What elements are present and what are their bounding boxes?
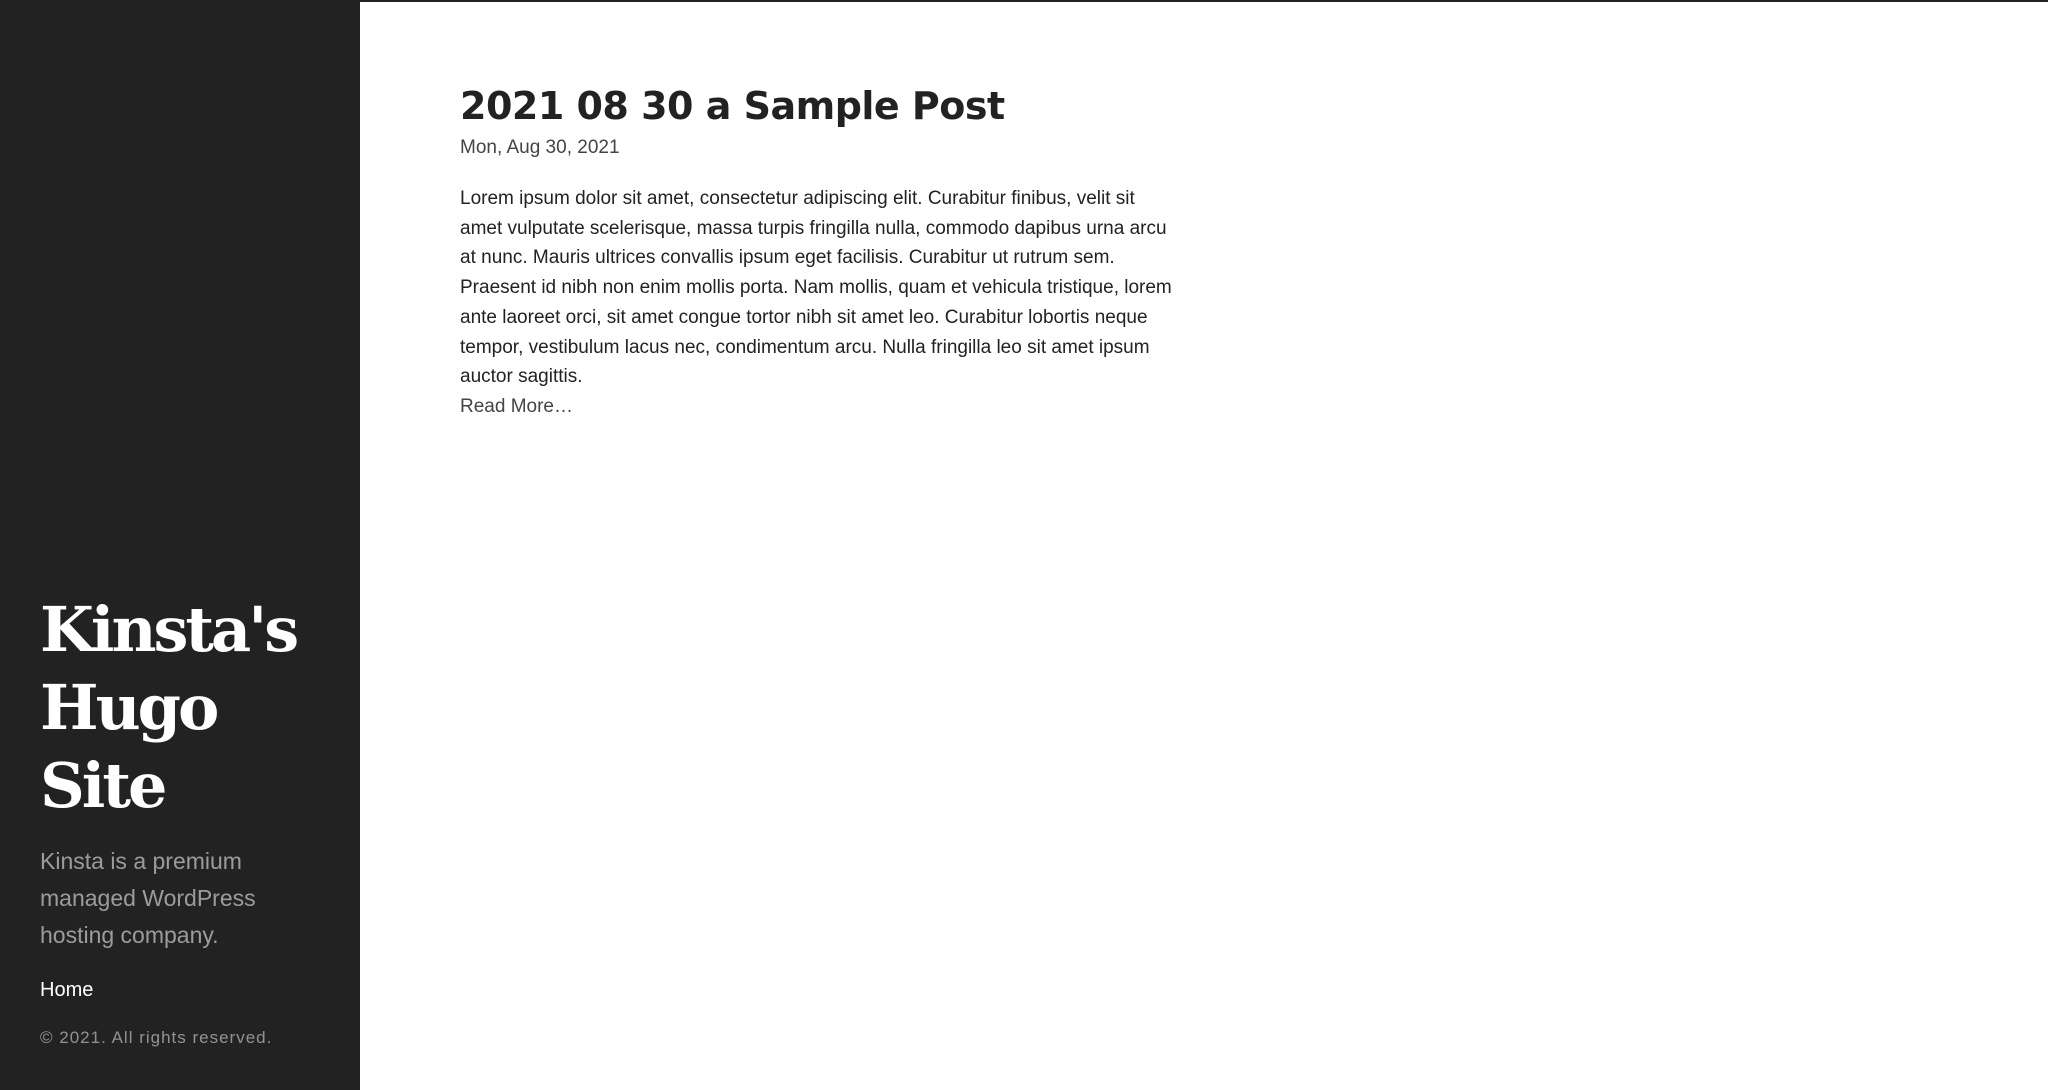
sidebar-nav: Home bbox=[40, 976, 320, 1026]
copyright-text: © 2021. All rights reserved. bbox=[40, 1028, 273, 1047]
sidebar: Kinsta's Hugo Site Kinsta is a premium m… bbox=[0, 0, 360, 1090]
site-description: Kinsta is a premium managed WordPress ho… bbox=[40, 848, 256, 948]
read-more-link[interactable]: Read More… bbox=[460, 392, 573, 422]
sidebar-content: Kinsta's Hugo Site Kinsta is a premium m… bbox=[40, 591, 320, 1050]
post-summary: 2021 08 30 a Sample Post Mon, Aug 30, 20… bbox=[460, 80, 1180, 422]
main-content: 2021 08 30 a Sample Post Mon, Aug 30, 20… bbox=[460, 80, 1180, 422]
top-border bbox=[360, 0, 2048, 2]
post-date: Mon, Aug 30, 2021 bbox=[460, 137, 620, 158]
nav-link-home[interactable]: Home bbox=[40, 976, 93, 1004]
site-title[interactable]: Kinsta's Hugo Site bbox=[40, 591, 320, 825]
post-title[interactable]: 2021 08 30 a Sample Post bbox=[460, 80, 1180, 132]
post-excerpt: Lorem ipsum dolor sit amet, consectetur … bbox=[460, 188, 1172, 388]
